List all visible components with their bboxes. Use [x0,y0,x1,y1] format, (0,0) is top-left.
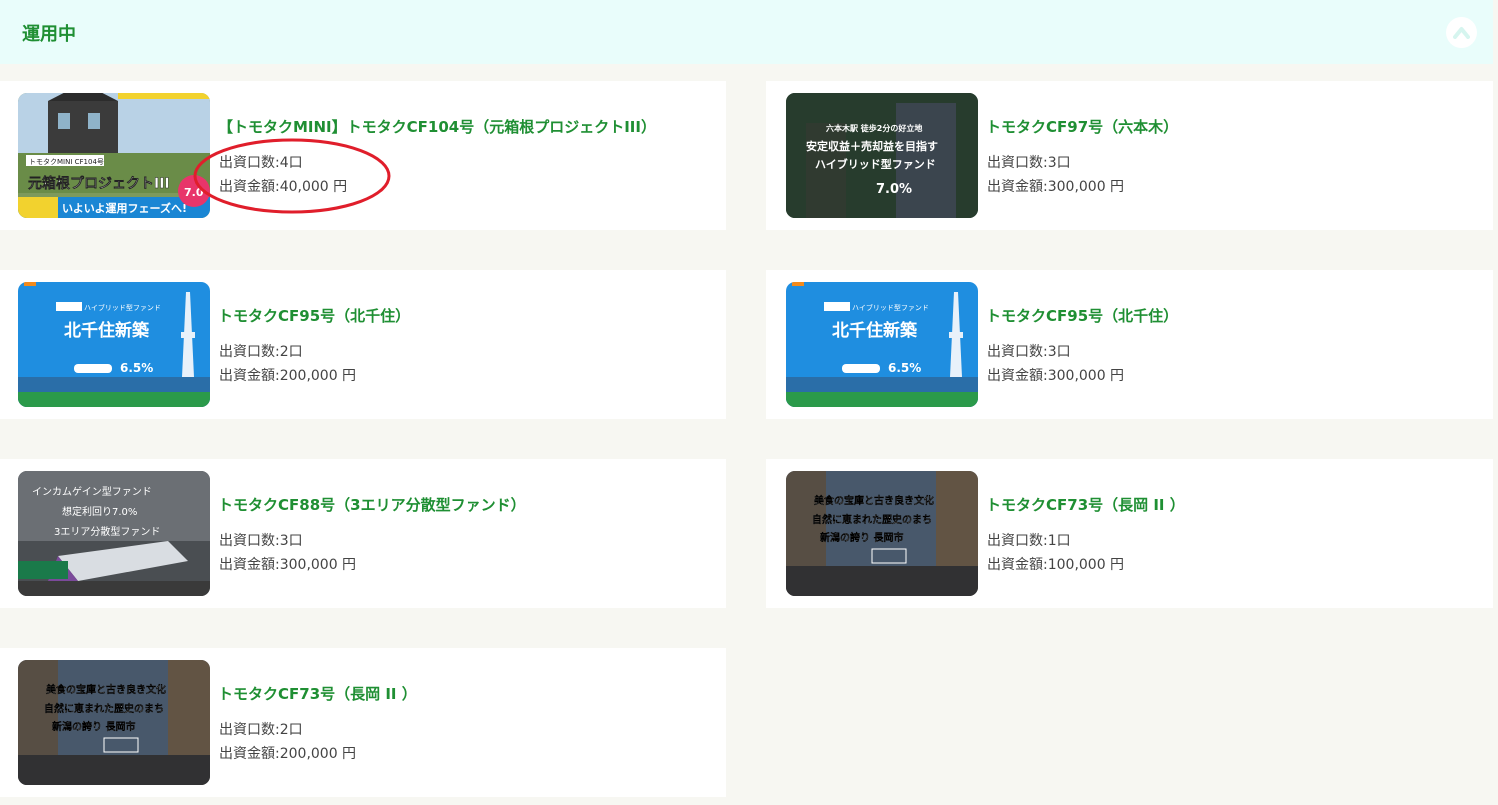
thumb-rate: 6.5% [888,361,921,375]
fund-thumbnail[interactable]: トモタクMINI CF104号 元箱根プロジェクトIII いよいよ運用フェーズへ… [18,93,210,218]
fund-title[interactable]: 【トモタクMINI】トモタクCF104号（元箱根プロジェクトIII） [218,116,656,137]
fund-thumbnail[interactable]: ハイブリッド型ファンド 北千住新築 6.5% [786,282,978,407]
thumb-rate: 7.0% [876,182,912,197]
fund-card[interactable]: トモタクMINI CF104号 元箱根プロジェクトIII いよいよ運用フェーズへ… [0,81,726,230]
thumb-line-3: 新潟の誇り 長岡市 [820,531,903,544]
thumb-banner: いよいよ運用フェーズへ! [62,201,187,215]
thumb-badge: トモタクMINI CF104号 [29,157,104,166]
investment-units: 出資口数:3口 [987,155,1071,171]
fund-card[interactable]: 美食の宝庫と古き良き文化 自然に恵まれた歴史のまち 新潟の誇り 長岡市 トモタク… [0,648,726,797]
thumb-line-1: 美食の宝庫と古き良き文化 [46,683,166,696]
thumb-line-2: 想定利回り7.0% [62,505,137,518]
investment-amount: 出資金額:200,000 円 [219,368,357,384]
investment-amount: 出資金額:100,000 円 [987,557,1125,573]
investment-units: 出資口数:2口 [219,344,303,360]
fund-title[interactable]: トモタクCF95号（北千住） [218,305,410,326]
investment-units: 出資口数:3口 [219,533,303,549]
thumb-line-3: 3エリア分散型ファンド [54,525,160,538]
thumb-line-2: 安定収益＋売却益を目指す [806,139,938,153]
fund-card[interactable]: ハイブリッド型ファンド 北千住新築 6.5% トモタクCF95号（北千住） 出資… [0,270,726,419]
thumb-caption: 北千住新築 [832,320,918,341]
thumb-line-2: 自然に恵まれた歴史のまち [812,513,932,526]
fund-title[interactable]: トモタクCF88号（3エリア分散型ファンド） [218,494,526,515]
fund-thumbnail[interactable]: 六本木駅 徒歩2分の好立地 安定収益＋売却益を目指す ハイブリッド型ファンド 7… [786,93,978,218]
investment-units: 出資口数:1口 [987,533,1071,549]
thumb-line-1: 六本木駅 徒歩2分の好立地 [826,123,922,133]
investment-amount: 出資金額:300,000 円 [987,179,1125,195]
fund-card[interactable]: 美食の宝庫と古き良き文化 自然に恵まれた歴史のまち 新潟の誇り 長岡市 トモタク… [766,459,1493,608]
collapse-button[interactable] [1446,17,1477,48]
thumb-line-1: インカムゲイン型ファンド [32,485,152,498]
thumb-line-3: ハイブリッド型ファンド [815,157,936,171]
investment-amount: 出資金額:40,000 円 [219,179,348,195]
investment-units: 出資口数:3口 [987,344,1071,360]
thumb-caption: 元箱根プロジェクトIII [28,175,170,192]
thumb-rate: 7.0 [184,186,204,199]
fund-thumbnail[interactable]: 美食の宝庫と古き良き文化 自然に恵まれた歴史のまち 新潟の誇り 長岡市 [18,660,210,785]
fund-title[interactable]: トモタクCF97号（六本木） [986,116,1178,137]
thumb-tag: ハイブリッド型ファンド [84,303,161,312]
section-title: 運用中 [22,24,76,45]
chevron-up-icon [1453,27,1470,39]
fund-card[interactable]: インカムゲイン型ファンド 想定利回り7.0% 3エリア分散型ファンド トモタクC… [0,459,726,608]
section-header: 運用中 [0,0,1493,64]
fund-thumbnail[interactable]: 美食の宝庫と古き良き文化 自然に恵まれた歴史のまち 新潟の誇り 長岡市 [786,471,978,596]
thumb-line-2: 自然に恵まれた歴史のまち [44,702,164,715]
fund-thumbnail[interactable]: ハイブリッド型ファンド 北千住新築 6.5% [18,282,210,407]
fund-title[interactable]: トモタクCF73号（長岡 II ） [218,683,417,704]
thumb-caption: 北千住新築 [64,320,150,341]
investment-amount: 出資金額:300,000 円 [987,368,1125,384]
fund-card[interactable]: ハイブリッド型ファンド 北千住新築 6.5% トモタクCF95号（北千住） 出資… [766,270,1493,419]
fund-card[interactable]: 六本木駅 徒歩2分の好立地 安定収益＋売却益を目指す ハイブリッド型ファンド 7… [766,81,1493,230]
fund-title[interactable]: トモタクCF73号（長岡 II ） [986,494,1185,515]
thumb-line-3: 新潟の誇り 長岡市 [52,720,135,733]
fund-thumbnail[interactable]: インカムゲイン型ファンド 想定利回り7.0% 3エリア分散型ファンド [18,471,210,596]
investment-units: 出資口数:2口 [219,722,303,738]
thumb-rate: 6.5% [120,361,153,375]
investment-amount: 出資金額:200,000 円 [219,746,357,762]
thumb-line-1: 美食の宝庫と古き良き文化 [814,494,934,507]
fund-title[interactable]: トモタクCF95号（北千住） [986,305,1178,326]
investment-units: 出資口数:4口 [219,155,303,171]
investment-amount: 出資金額:300,000 円 [219,557,357,573]
thumb-tag: ハイブリッド型ファンド [852,303,929,312]
